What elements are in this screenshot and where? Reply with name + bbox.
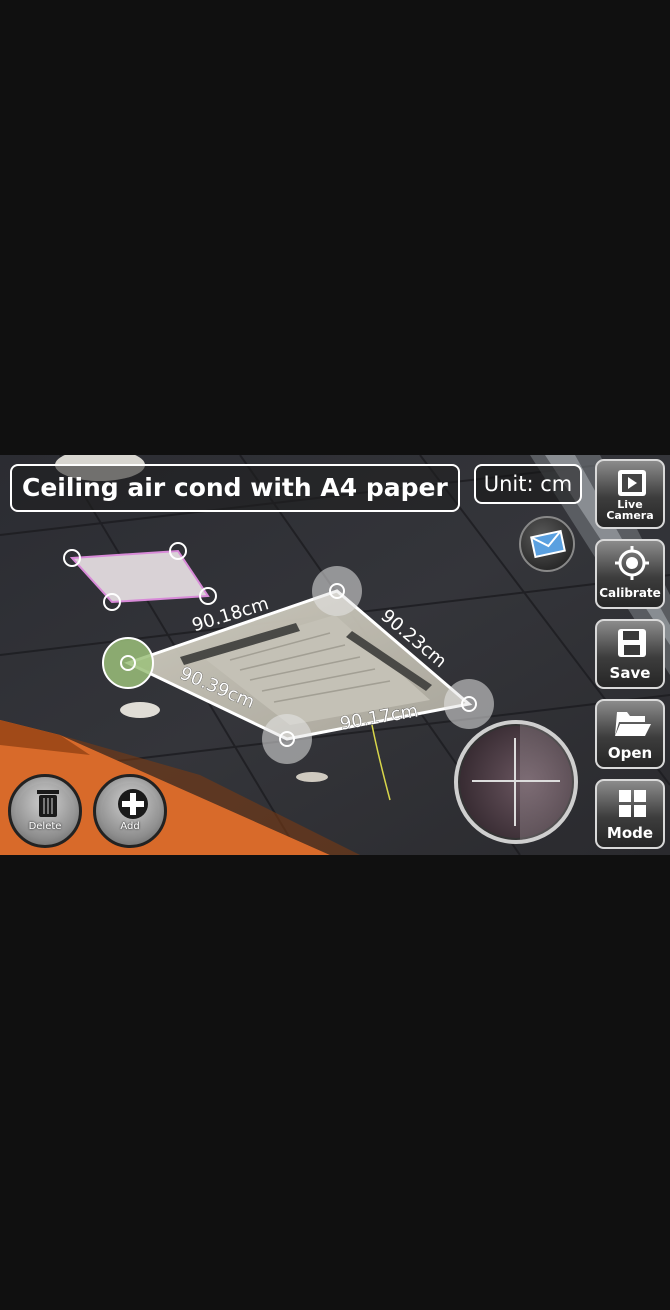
add-button[interactable]: Add [93, 774, 167, 848]
folder-open-icon [597, 706, 663, 740]
plus-icon [118, 789, 148, 819]
mode-label: Mode [606, 824, 654, 842]
add-label: Add [120, 821, 140, 832]
video-camera-icon [597, 466, 663, 500]
open-label: Open [607, 744, 653, 762]
floppy-disk-icon [597, 626, 663, 660]
unit-selector[interactable]: Unit: cm [474, 464, 582, 504]
grid-icon [597, 786, 663, 820]
delete-label: Delete [28, 821, 62, 832]
crosshair-icon [597, 546, 663, 580]
live-camera-button[interactable]: Live Camera [595, 459, 665, 529]
crosshair-horizontal [472, 780, 560, 782]
crosshair-vertical [514, 738, 516, 826]
trash-icon [37, 790, 59, 817]
envelope-icon [530, 529, 566, 559]
mode-button[interactable]: Mode [595, 779, 665, 849]
measurement-photo[interactable]: 90.18cm 90.23cm 90.39cm 90.17cm Ceiling … [0, 455, 670, 855]
measurement-title[interactable]: Ceiling air cond with A4 paper [10, 464, 460, 512]
save-button[interactable]: Save [595, 619, 665, 689]
open-button[interactable]: Open [595, 699, 665, 769]
live-camera-label: Live Camera [606, 498, 654, 522]
save-label: Save [609, 664, 651, 682]
calibrate-label: Calibrate [599, 586, 661, 600]
magnifier-loupe [454, 720, 578, 844]
calibrate-button[interactable]: Calibrate [595, 539, 665, 609]
delete-button[interactable]: Delete [8, 774, 82, 848]
share-email-button[interactable] [519, 516, 575, 572]
